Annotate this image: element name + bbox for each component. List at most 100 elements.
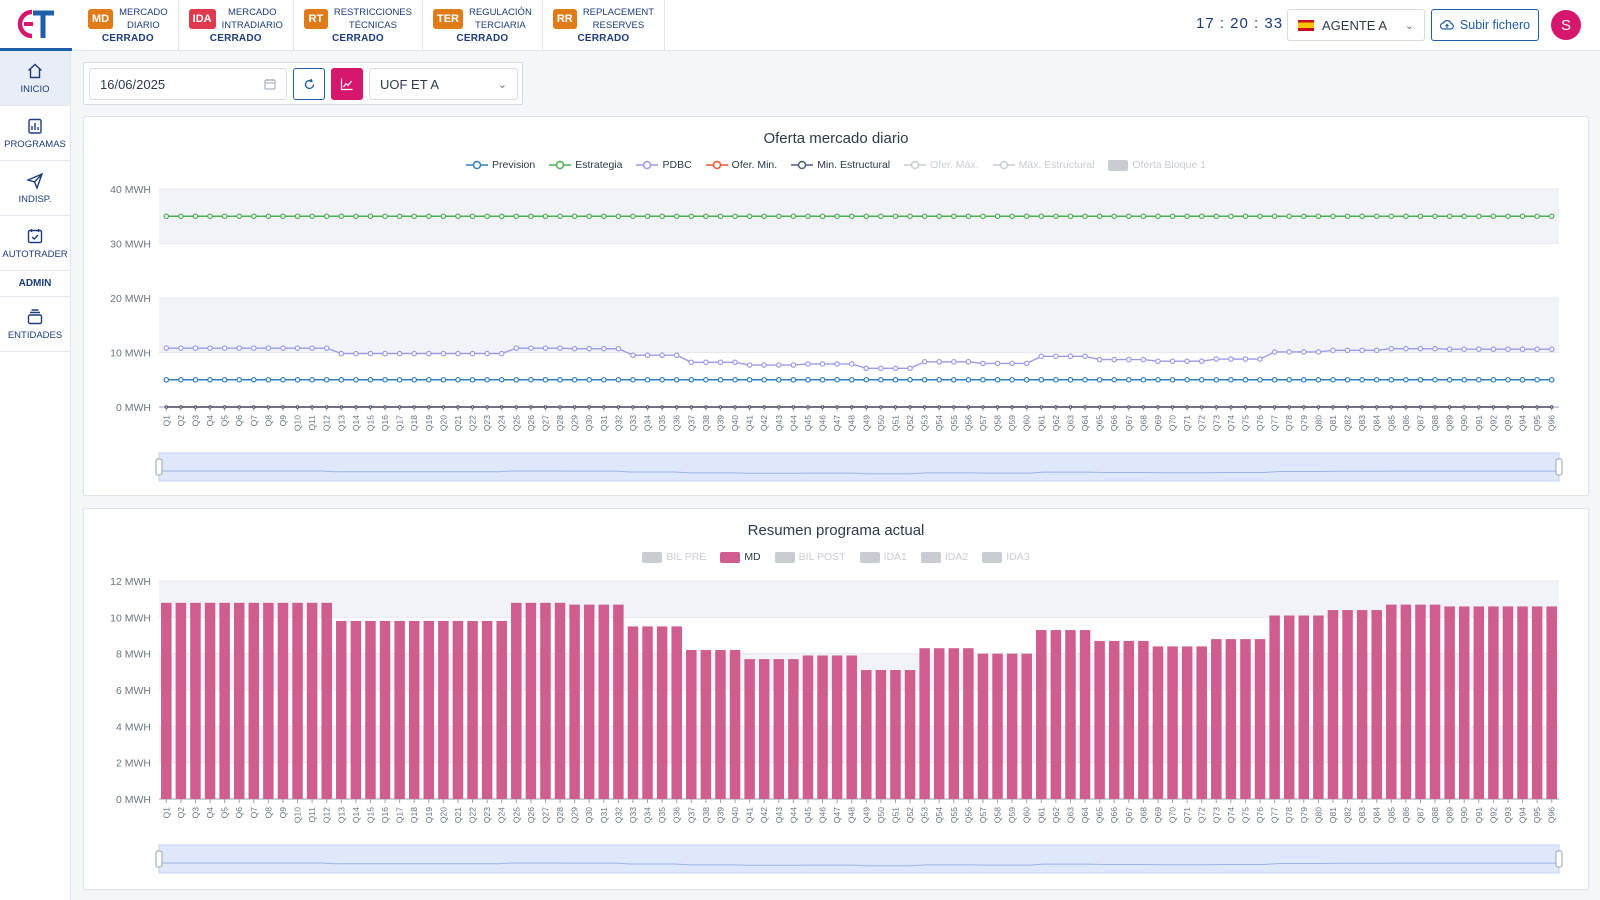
data-point[interactable]: [921, 376, 928, 383]
data-point[interactable]: [921, 358, 928, 365]
data-point[interactable]: [498, 213, 505, 220]
bar[interactable]: [1196, 646, 1207, 799]
market-ida[interactable]: IDA MERCADO INTRADIARIO CERRADO: [179, 0, 294, 50]
data-point[interactable]: [425, 376, 432, 383]
zoom-handle-left[interactable]: [155, 458, 163, 476]
data-point[interactable]: [557, 345, 563, 351]
data-point[interactable]: [717, 213, 724, 220]
data-point[interactable]: [644, 352, 651, 359]
bar[interactable]: [686, 650, 697, 799]
data-point[interactable]: [1010, 405, 1014, 409]
bar[interactable]: [656, 626, 668, 799]
data-point[interactable]: [645, 405, 650, 409]
data-point[interactable]: [586, 213, 593, 220]
zoom-handle-right[interactable]: [1555, 850, 1563, 868]
bar[interactable]: [1211, 639, 1222, 799]
data-point[interactable]: [265, 376, 272, 383]
data-point[interactable]: [498, 376, 505, 383]
bar[interactable]: [204, 602, 216, 799]
data-point[interactable]: [163, 345, 170, 351]
data-point[interactable]: [834, 376, 840, 383]
data-point[interactable]: [600, 376, 607, 383]
data-point[interactable]: [805, 213, 811, 220]
data-point[interactable]: [1155, 358, 1161, 365]
bar[interactable]: [1488, 606, 1499, 799]
data-point[interactable]: [1111, 213, 1118, 220]
bar[interactable]: [613, 604, 624, 799]
data-point[interactable]: [1446, 376, 1453, 383]
data-point[interactable]: [1331, 405, 1335, 409]
data-point[interactable]: [1330, 213, 1336, 220]
data-point[interactable]: [907, 213, 913, 220]
data-point[interactable]: [1082, 353, 1088, 360]
data-point[interactable]: [499, 405, 504, 409]
data-point[interactable]: [484, 376, 490, 383]
data-point[interactable]: [1229, 405, 1233, 409]
data-point[interactable]: [1140, 213, 1147, 220]
data-point[interactable]: [1475, 213, 1482, 220]
data-point[interactable]: [396, 213, 403, 220]
data-point[interactable]: [820, 405, 825, 409]
data-point[interactable]: [921, 213, 928, 220]
bar[interactable]: [175, 602, 187, 799]
bar[interactable]: [1050, 630, 1062, 799]
data-point[interactable]: [571, 376, 578, 383]
data-point[interactable]: [1373, 376, 1380, 383]
data-point[interactable]: [644, 213, 651, 220]
data-point[interactable]: [1184, 376, 1190, 383]
data-point[interactable]: [469, 376, 476, 383]
unit-select[interactable]: UOF ET A ⌄: [369, 68, 518, 100]
bar[interactable]: [904, 670, 916, 799]
data-point[interactable]: [1213, 213, 1220, 220]
data-point[interactable]: [1096, 356, 1103, 363]
bar[interactable]: [365, 620, 376, 799]
bar[interactable]: [1108, 640, 1120, 799]
data-point[interactable]: [907, 365, 913, 372]
data-point[interactable]: [1344, 213, 1351, 220]
data-point[interactable]: [1446, 213, 1453, 220]
data-point[interactable]: [571, 213, 578, 220]
data-point[interactable]: [1432, 376, 1438, 383]
data-point[interactable]: [294, 213, 301, 220]
sidebar-item-programas[interactable]: PROGRAMAS: [0, 106, 70, 161]
bar[interactable]: [1123, 640, 1135, 799]
data-point[interactable]: [703, 376, 709, 383]
data-point[interactable]: [863, 376, 870, 383]
data-point[interactable]: [775, 376, 782, 383]
data-point[interactable]: [1491, 405, 1496, 409]
data-point[interactable]: [586, 376, 593, 383]
bar[interactable]: [248, 602, 260, 799]
bar[interactable]: [1546, 606, 1557, 799]
data-point[interactable]: [586, 345, 593, 352]
data-point[interactable]: [1476, 405, 1481, 409]
bar[interactable]: [875, 670, 887, 799]
data-point[interactable]: [732, 359, 738, 366]
data-point[interactable]: [1286, 349, 1293, 355]
data-point[interactable]: [1053, 213, 1059, 220]
data-point[interactable]: [440, 376, 447, 383]
bar[interactable]: [919, 648, 930, 799]
bar[interactable]: [1531, 606, 1543, 799]
data-point[interactable]: [557, 376, 563, 383]
data-point[interactable]: [353, 376, 359, 383]
bar[interactable]: [1429, 604, 1441, 799]
data-point[interactable]: [1359, 376, 1365, 383]
data-point[interactable]: [542, 376, 549, 383]
bar[interactable]: [292, 602, 303, 799]
data-point[interactable]: [1330, 347, 1336, 354]
data-point[interactable]: [397, 405, 402, 409]
data-point[interactable]: [1461, 346, 1468, 353]
data-point[interactable]: [659, 352, 665, 359]
data-point[interactable]: [338, 350, 345, 357]
upload-file-button[interactable]: Subir fichero: [1431, 9, 1539, 41]
data-point[interactable]: [790, 376, 797, 383]
bar[interactable]: [1458, 606, 1470, 799]
data-point[interactable]: [1198, 358, 1205, 365]
bar[interactable]: [890, 670, 901, 799]
data-point[interactable]: [1169, 358, 1176, 365]
data-point[interactable]: [1038, 376, 1045, 383]
data-point[interactable]: [761, 362, 768, 368]
bar[interactable]: [467, 620, 478, 799]
bar[interactable]: [1240, 639, 1251, 799]
data-point[interactable]: [485, 405, 489, 409]
